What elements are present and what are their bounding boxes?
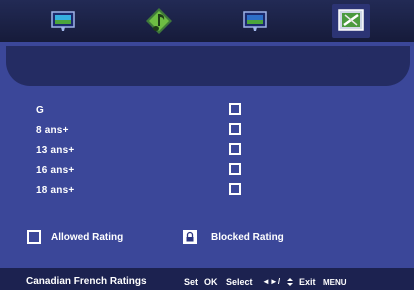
footer-title: Canadian French Ratings [26, 276, 147, 287]
rating-label: 16 ans+ [36, 165, 75, 176]
blocked-rating-label: Blocked Rating [211, 232, 284, 243]
rating-checkbox[interactable] [229, 103, 241, 115]
ok-key-label: OK [204, 277, 218, 287]
rating-label: 13 ans+ [36, 145, 75, 156]
set-hint-label: Set [184, 277, 199, 287]
setup-tools-icon [338, 9, 364, 31]
tv-picture-icon [51, 11, 75, 31]
tab-audio[interactable] [140, 4, 178, 38]
rating-checkbox[interactable] [229, 143, 241, 155]
tab-setup[interactable] [332, 4, 370, 38]
header-bar-notch [346, 46, 408, 66]
up-down-arrow-icon [287, 278, 293, 286]
tab-tv[interactable] [236, 4, 274, 38]
menu-key-label: MENU [323, 278, 347, 287]
select-hint-label: Select [226, 277, 253, 287]
rating-checkbox[interactable] [229, 183, 241, 195]
music-note-icon [146, 8, 172, 34]
rating-label: 8 ans+ [36, 125, 69, 136]
tv-screen-icon [243, 11, 267, 31]
rating-label: 18 ans+ [36, 185, 75, 196]
rating-label: G [36, 105, 44, 116]
allowed-rating-swatch [27, 230, 41, 244]
tab-picture[interactable] [44, 4, 82, 38]
select-arrows-label: ◄►/ [262, 277, 281, 286]
exit-hint-label: Exit [299, 277, 316, 287]
allowed-rating-label: Allowed Rating [51, 232, 124, 243]
lock-icon [183, 230, 197, 244]
rating-checkbox[interactable] [229, 163, 241, 175]
rating-checkbox[interactable] [229, 123, 241, 135]
